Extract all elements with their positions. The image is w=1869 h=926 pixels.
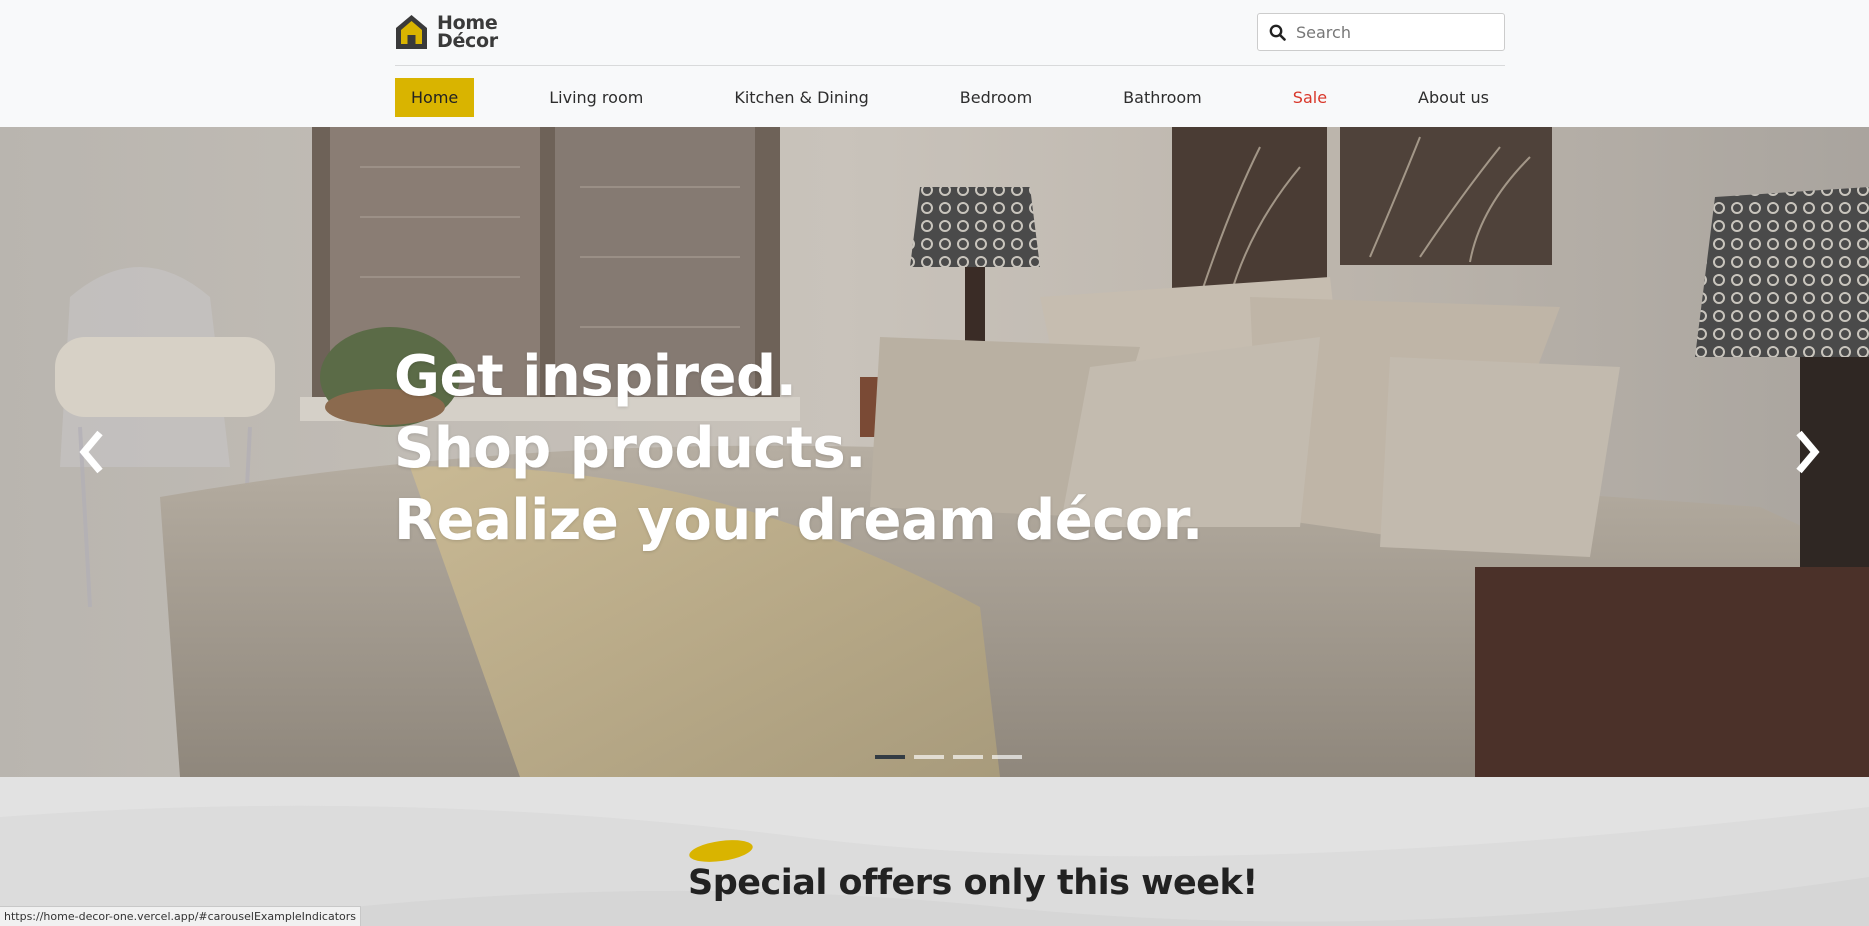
- main-nav: Home Living room Kitchen & Dining Bedroo…: [395, 77, 1505, 117]
- nav-item-bedroom[interactable]: Bedroom: [944, 78, 1048, 117]
- brand-line-2: Décor: [437, 30, 498, 52]
- nav-item-sale[interactable]: Sale: [1277, 78, 1343, 117]
- search-icon: [1269, 24, 1286, 41]
- hero-headline: Get inspired. Shop products. Realize you…: [394, 341, 1203, 557]
- hero-line-1: Get inspired.: [394, 344, 797, 409]
- search-input[interactable]: [1296, 22, 1496, 42]
- house-logo-icon: [396, 15, 427, 49]
- site-header: Home Décor Home Living room Kitchen & Di…: [0, 0, 1869, 127]
- nav-item-bathroom[interactable]: Bathroom: [1107, 78, 1218, 117]
- offers-heading: Special offers only this week!: [688, 863, 1258, 903]
- chevron-right-icon[interactable]: [1787, 427, 1827, 477]
- hero-line-2: Shop products.: [394, 416, 866, 481]
- brand-name: Home Décor: [437, 14, 498, 52]
- nav-item-kitchen-dining[interactable]: Kitchen & Dining: [718, 78, 884, 117]
- special-offers-section: Special offers only this week!: [0, 777, 1869, 926]
- nav-item-about-us[interactable]: About us: [1402, 78, 1505, 117]
- carousel-indicator-2[interactable]: [914, 755, 944, 759]
- header-top-bar: Home Décor: [395, 0, 1505, 66]
- hero-carousel: Get inspired. Shop products. Realize you…: [0, 127, 1869, 777]
- carousel-indicators: [875, 755, 1022, 759]
- offers-heading-wrap: Special offers only this week!: [687, 836, 1258, 903]
- search-box[interactable]: [1257, 13, 1505, 51]
- carousel-indicator-1[interactable]: [875, 755, 905, 759]
- browser-status-url: https://home-decor-one.vercel.app/#carou…: [0, 906, 362, 926]
- hero-line-3: Realize your dream décor.: [394, 488, 1203, 553]
- nav-item-home[interactable]: Home: [395, 77, 475, 117]
- paper-texture-background: [0, 777, 1869, 926]
- nav-item-living-room[interactable]: Living room: [533, 78, 659, 117]
- brand-logo[interactable]: Home Décor: [395, 14, 498, 52]
- carousel-indicator-3[interactable]: [953, 755, 983, 759]
- chevron-left-icon[interactable]: [72, 427, 112, 477]
- carousel-indicator-4[interactable]: [992, 755, 1022, 759]
